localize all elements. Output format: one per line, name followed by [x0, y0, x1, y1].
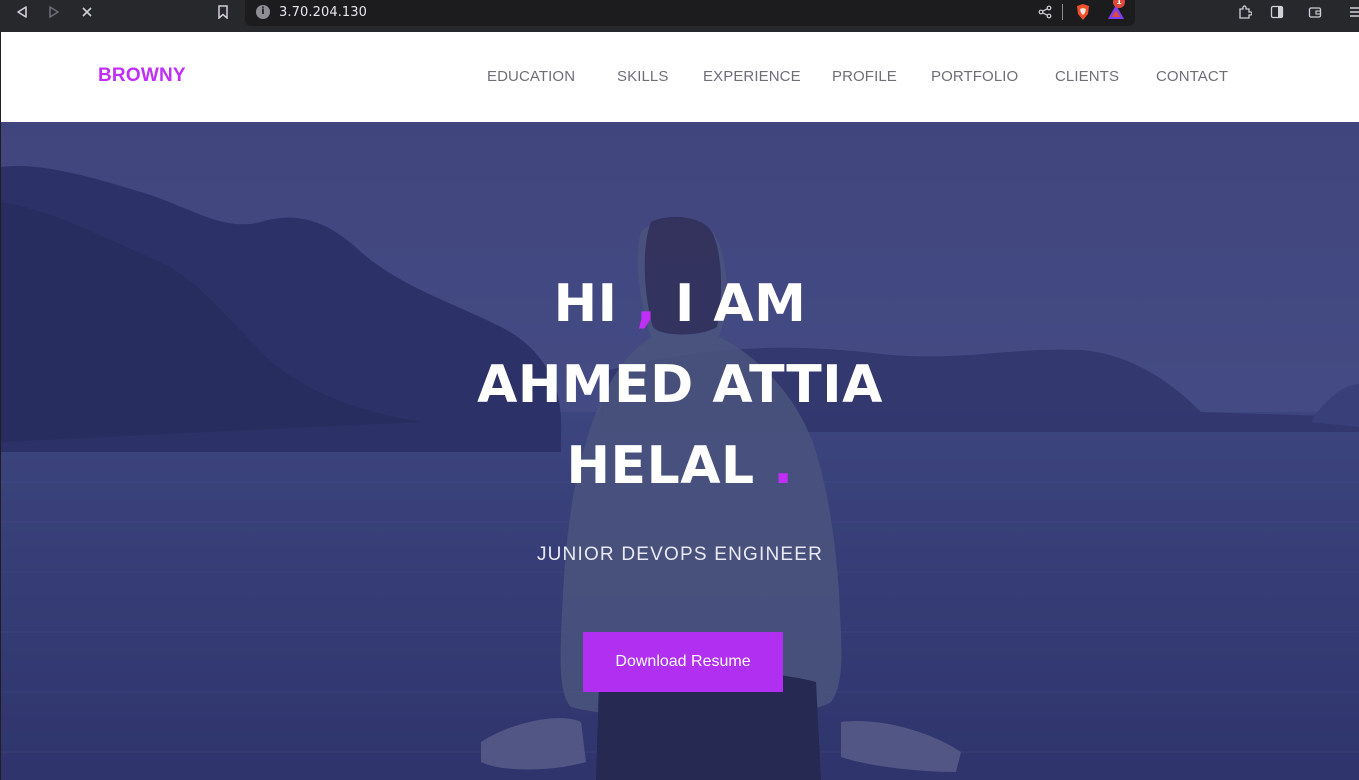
menu-icon[interactable] — [1343, 0, 1359, 24]
browser-toolbar: i 3.70.204.130 1 — [0, 0, 1359, 32]
info-icon[interactable]: i — [256, 5, 270, 19]
hero-name-line: AHMED ATTIA — [477, 355, 883, 415]
share-icon[interactable] — [1033, 0, 1057, 24]
hero-section: HI , I AM AHMED ATTIA HELAL . JUNIOR DEV… — [1, 122, 1359, 780]
forward-icon[interactable] — [42, 0, 66, 24]
nav-portfolio[interactable]: PORTFOLIO — [931, 68, 1018, 86]
nav-clients[interactable]: CLIENTS — [1055, 68, 1119, 86]
address-bar[interactable]: i 3.70.204.130 1 — [245, 0, 1135, 26]
nav-contact[interactable]: CONTACT — [1156, 68, 1228, 86]
nav-skills[interactable]: SKILLS — [617, 68, 668, 86]
hero-comma: , — [636, 274, 657, 334]
divider — [1062, 4, 1063, 20]
brave-shield-icon[interactable] — [1071, 0, 1095, 24]
back-icon[interactable] — [10, 0, 34, 24]
wallet-icon[interactable] — [1303, 0, 1327, 24]
hero-i-am: I AM — [674, 274, 807, 334]
close-icon[interactable] — [75, 0, 99, 24]
sidebar-icon[interactable] — [1265, 0, 1289, 24]
extensions-icon[interactable] — [1233, 0, 1257, 24]
brave-rewards-icon[interactable]: 1 — [1104, 0, 1128, 24]
hero-dot: . — [773, 436, 794, 496]
bookmark-icon[interactable] — [211, 0, 235, 24]
nav-experience[interactable]: EXPERIENCE — [703, 68, 801, 86]
hero-surname: HELAL — [566, 436, 755, 496]
download-resume-button[interactable]: Download Resume — [583, 632, 783, 692]
hero-hi: HI — [553, 274, 618, 334]
hero-line-3: HELAL . — [1, 436, 1359, 496]
hero-line-1: HI , I AM — [1, 274, 1359, 334]
url-text[interactable]: 3.70.204.130 — [279, 3, 367, 23]
nav-education[interactable]: EDUCATION — [487, 68, 575, 86]
nav-profile[interactable]: PROFILE — [832, 68, 897, 86]
site-navbar: BROWNY EDUCATION SKILLS EXPERIENCE PROFI… — [1, 32, 1359, 122]
hero-subtitle: JUNIOR DEVOPS ENGINEER — [536, 544, 824, 565]
site-logo[interactable]: BROWNY — [98, 65, 186, 87]
